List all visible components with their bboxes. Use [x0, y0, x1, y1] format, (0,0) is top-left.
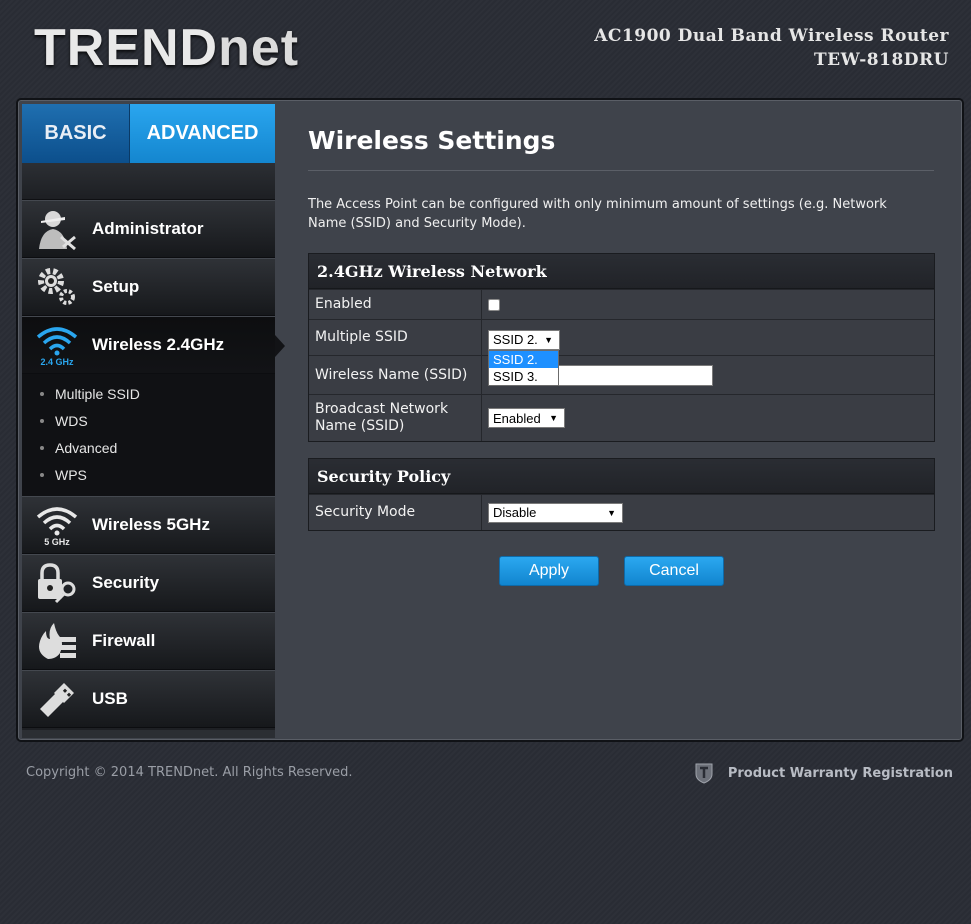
sidebar-item-label: Wireless 2.4GHz [92, 335, 225, 354]
gear-icon [22, 258, 92, 316]
firewall-icon [22, 612, 92, 670]
warranty-link[interactable]: Product Warranty Registration [694, 762, 953, 784]
multiple-ssid-select[interactable]: SSID 2. ▼ [488, 329, 560, 350]
security-mode-label: Security Mode [309, 495, 482, 530]
main-frame: BASIC ADVANCED Administrator Setup 2.4 G… [16, 98, 964, 742]
sidebar-item-setup[interactable]: Setup [22, 258, 275, 316]
enabled-checkbox[interactable] [488, 298, 500, 311]
tab-basic[interactable]: BASIC [22, 104, 130, 163]
panel-heading: Security Policy [309, 459, 934, 494]
usb-icon [22, 670, 92, 728]
sidebar-item-label: Wireless 5GHz [92, 515, 210, 534]
sidebar-item-wireless-24ghz[interactable]: 2.4 GHz Wireless 2.4GHz [22, 316, 285, 374]
broadcast-selected: Enabled [493, 410, 541, 426]
chevron-down-icon: ▼ [607, 507, 616, 518]
lock-key-icon [22, 554, 92, 612]
warranty-label: Product Warranty Registration [727, 765, 953, 781]
sub-item-label: WDS [55, 412, 88, 429]
security-mode-select[interactable]: Disable ▼ [488, 502, 623, 523]
enabled-label: Enabled [309, 290, 482, 319]
product-name: AC1900 Dual Band Wireless Router [594, 26, 949, 46]
sidebar-item-label: Setup [92, 277, 140, 296]
bullet-icon [40, 391, 44, 396]
title-divider [308, 170, 934, 171]
page-title: Wireless Settings [308, 126, 556, 155]
enabled-row: Enabled [309, 289, 934, 319]
security-mode-row: Security Mode Disable ▼ [309, 494, 934, 530]
wireless-name-label: Wireless Name (SSID) [309, 356, 482, 394]
apply-button[interactable]: Apply [499, 556, 599, 586]
wireless5-badge: 5 GHz [44, 537, 70, 547]
chevron-down-icon: ▼ [549, 413, 558, 423]
sub-item-wds[interactable]: WDS [22, 407, 275, 434]
administrator-icon [22, 200, 92, 258]
broadcast-value: Enabled ▼ [482, 395, 934, 441]
cancel-button[interactable]: Cancel [624, 556, 724, 586]
wireless24-badge: 2.4 GHz [40, 357, 74, 367]
sub-item-label: Multiple SSID [55, 385, 140, 402]
sidebar-item-firewall[interactable]: Firewall [22, 612, 275, 670]
dropdown-option[interactable]: SSID 3. [489, 368, 558, 385]
enabled-value [482, 290, 934, 319]
bullet-icon [40, 418, 44, 423]
tab-advanced[interactable]: ADVANCED [130, 104, 275, 175]
sub-item-multiple-ssid[interactable]: Multiple SSID [22, 380, 275, 407]
product-model: TEW-818DRU [813, 50, 949, 70]
multiple-ssid-dropdown: SSID 2. SSID 3. [488, 350, 559, 386]
multiple-ssid-value: SSID 2. ▼ SSID 2. SSID 3. [482, 320, 934, 386]
copyright-text: Copyright © 2014 TRENDnet. All Rights Re… [26, 765, 353, 780]
dropdown-option[interactable]: SSID 2. [489, 351, 558, 368]
wireless-name-row: Wireless Name (SSID) [309, 355, 934, 394]
logo-net-text: net [218, 19, 300, 77]
security-mode-selected: Disable [493, 505, 537, 520]
wifi-24ghz-icon: 2.4 GHz [22, 316, 92, 374]
sidebar-item-label: Security [92, 573, 160, 592]
tab-advanced-label: ADVANCED [146, 122, 259, 144]
sub-item-advanced[interactable]: Advanced [22, 434, 275, 461]
sidebar: BASIC ADVANCED Administrator Setup 2.4 G… [22, 104, 285, 738]
sub-item-wps[interactable]: WPS [22, 461, 275, 488]
broadcast-label: Broadcast Network Name (SSID) [309, 395, 482, 441]
sidebar-item-label: USB [92, 689, 128, 708]
broadcast-label-line1: Broadcast Network [315, 401, 449, 417]
panel-heading: 2.4GHz Wireless Network [309, 254, 934, 289]
shield-icon [694, 762, 714, 784]
broadcast-label-line2: Name (SSID) [315, 418, 405, 434]
logo-trend-text: TREND [34, 19, 219, 77]
mode-tabs: BASIC ADVANCED [22, 104, 275, 175]
sidebar-item-label: Administrator [92, 219, 204, 238]
page-description: The Access Point can be configured with … [308, 197, 887, 231]
sidebar-item-wireless-5ghz[interactable]: 5 GHz Wireless 5GHz [22, 496, 275, 554]
broadcast-select[interactable]: Enabled ▼ [488, 408, 565, 428]
bullet-icon [40, 445, 44, 450]
sidebar-item-security[interactable]: Security [22, 554, 275, 612]
sidebar-bottom [22, 730, 275, 738]
multiple-ssid-selected: SSID 2. [493, 332, 538, 347]
sidebar-item-usb[interactable]: USB [22, 670, 275, 728]
sub-item-label: WPS [55, 466, 87, 483]
bullet-icon [40, 472, 44, 477]
sub-item-label: Advanced [55, 439, 118, 456]
product-info: AC1900 Dual Band Wireless Router TEW-818… [594, 24, 949, 72]
chevron-down-icon: ▼ [544, 334, 553, 345]
sidebar-item-label: Firewall [92, 631, 156, 650]
wireless-network-panel: 2.4GHz Wireless Network Enabled Multiple… [308, 253, 935, 442]
trendnet-logo: TRENDnet [34, 18, 299, 78]
multiple-ssid-label: Multiple SSID [309, 320, 482, 355]
broadcast-row: Broadcast Network Name (SSID) Enabled ▼ [309, 394, 934, 441]
wireless24-submenu: Multiple SSID WDS Advanced WPS [22, 374, 275, 496]
security-policy-panel: Security Policy Security Mode Disable ▼ [308, 458, 935, 531]
sidebar-item-administrator[interactable]: Administrator [22, 200, 275, 258]
security-mode-value: Disable ▼ [482, 495, 934, 530]
multiple-ssid-row: Multiple SSID SSID 2. ▼ SSID 2. SSID 3. [309, 319, 934, 386]
wifi-5ghz-icon: 5 GHz [22, 496, 92, 554]
tab-spacer [22, 163, 275, 200]
